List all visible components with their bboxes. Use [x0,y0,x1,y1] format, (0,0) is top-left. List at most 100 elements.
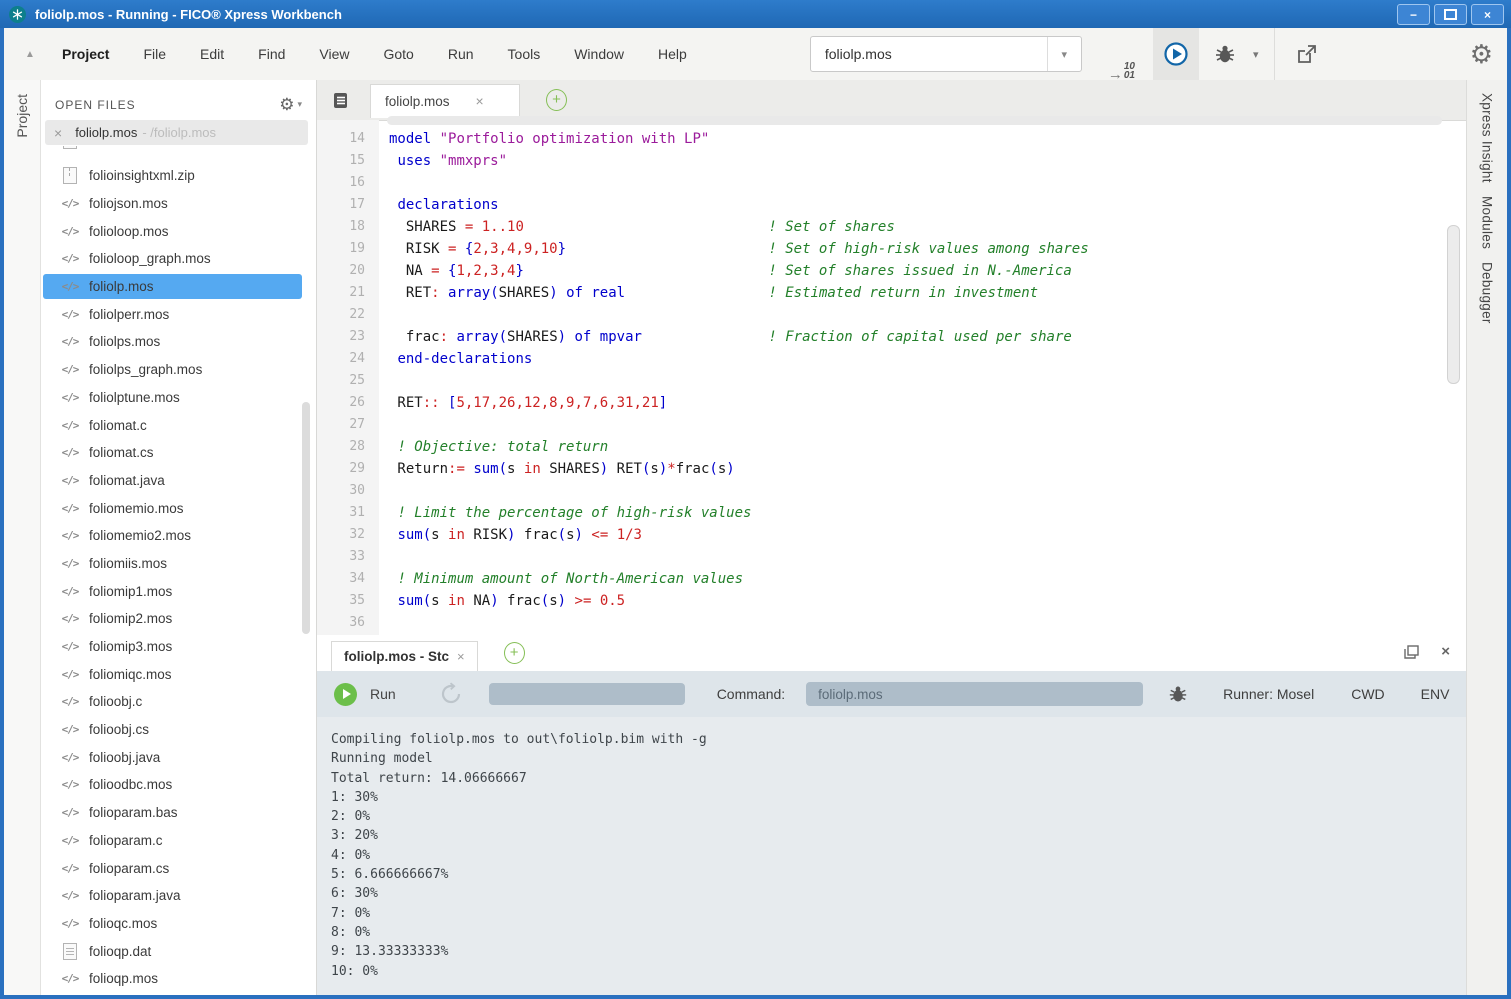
code-line[interactable]: 33 [317,546,1466,568]
tree-row[interactable]: </>foliomemio2.mos [41,522,316,550]
new-editor-tab-button[interactable]: + [546,89,567,111]
tree-row[interactable]: </>folioparam.c [41,827,316,855]
open-file-entry[interactable]: × foliolp.mos - /foliolp.mos [45,120,308,145]
tree-row[interactable]: </>foliomip3.mos [41,633,316,661]
menu-item-view[interactable]: View [302,46,366,62]
tree-row[interactable]: </>foliomiis.mos [41,550,316,578]
debug-run-icon[interactable] [1167,684,1189,704]
run-target-select[interactable]: foliolp.mos ▾ [810,36,1082,72]
right-rail-tab-modules[interactable]: Modules [1480,196,1495,249]
code-line[interactable]: 27 [317,414,1466,436]
tree-row[interactable]: folioqp.dat [41,937,316,965]
new-output-tab-button[interactable]: + [504,642,525,664]
menu-item-run[interactable]: Run [431,46,491,62]
editor-vertical-scrollbar[interactable] [1447,225,1460,384]
tree-row[interactable]: </>folioparam.java [41,882,316,910]
menu-item-tools[interactable]: Tools [491,46,558,62]
tree-row[interactable]: </>foliolptune.mos [41,384,316,412]
refresh-icon[interactable] [438,681,464,707]
tree-row[interactable]: </>foliojson.mos [41,190,316,218]
menu-item-window[interactable]: Window [557,46,641,62]
code-line[interactable]: 14model "Portfolio optimization with LP" [317,128,1466,150]
tree-row[interactable]: </>foliolperr.mos [41,300,316,328]
collapse-toolbar-icon[interactable]: ▲ [20,49,40,60]
right-rail-tab-debugger[interactable]: Debugger [1480,262,1495,324]
code-line[interactable]: 16 [317,172,1466,194]
code-line[interactable]: 26 RET:: [5,17,26,12,8,9,7,6,31,21] [317,392,1466,414]
tree-row[interactable]: </>foliomip2.mos [41,605,316,633]
code-line[interactable]: 36 [317,612,1466,634]
compile-button[interactable]: → 1001 [1108,28,1135,80]
code-line[interactable]: 31 ! Limit the percentage of high-risk v… [317,502,1466,524]
menu-item-file[interactable]: File [126,46,183,62]
code-line[interactable]: 25 [317,370,1466,392]
output-tab-close-icon[interactable]: × [457,649,465,664]
debug-button[interactable] [1213,28,1237,80]
menu-item-find[interactable]: Find [241,46,302,62]
menu-item-goto[interactable]: Goto [366,46,430,62]
tree-row[interactable]: </>folioobj.java [41,743,316,771]
command-input[interactable]: foliolp.mos [806,682,1143,706]
file-tree-scrollbar[interactable] [302,402,310,634]
tree-row[interactable]: </>foliomip1.mos [41,577,316,605]
tree-row[interactable]: folioinsightxml.zip [41,162,316,190]
tree-row[interactable]: </>folioqp.mos [41,965,316,993]
close-icon[interactable]: × [54,125,62,141]
tree-row[interactable]: </>folioobj.cs [41,716,316,744]
settings-button[interactable]: ⚙ [1470,28,1493,80]
run-button[interactable] [334,683,357,706]
project-rail-tab[interactable]: Project [14,94,30,138]
open-files-caret-icon[interactable]: ▾ [297,99,302,110]
tree-row[interactable]: </>folioloop.mos [41,217,316,245]
run-model-button[interactable] [1153,28,1199,80]
maximize-button[interactable] [1434,4,1467,25]
editor-tab-foliolp[interactable]: foliolp.mos × [370,84,520,118]
menu-item-help[interactable]: Help [641,46,704,62]
code-editor[interactable]: 14model "Portfolio optimization with LP"… [317,120,1466,635]
debug-dropdown-caret-icon[interactable]: ▾ [1253,48,1259,61]
tree-row[interactable]: </>folioparam.bas [41,799,316,827]
code-line[interactable]: 32 sum(s in RISK) frac(s) <= 1/3 [317,524,1466,546]
code-line[interactable]: 20 NA = {1,2,3,4} ! Set of shares issued… [317,260,1466,282]
tree-row[interactable]: </>folioobj.c [41,688,316,716]
output-tab-stdout[interactable]: foliolp.mos - Stc × [331,641,478,671]
tree-row[interactable]: </>folioodbc.mos [41,771,316,799]
tree-row[interactable]: </>foliolps.mos [41,328,316,356]
tree-row[interactable]: </>folioqc.mos [41,910,316,938]
tree-row[interactable]: </>foliomemio.mos [41,494,316,522]
cwd-button[interactable]: CWD [1351,686,1384,702]
code-line[interactable]: 35 sum(s in NA) frac(s) >= 0.5 [317,590,1466,612]
share-button[interactable] [1295,28,1319,80]
code-line[interactable]: 34 ! Minimum amount of North-American va… [317,568,1466,590]
open-files-gear-icon[interactable]: ⚙ [279,96,294,113]
chevron-down-icon[interactable]: ▾ [1047,37,1081,71]
tree-row[interactable]: </>foliomat.java [41,467,316,495]
code-line[interactable]: 18 SHARES = 1..10 ! Set of shares [317,216,1466,238]
close-button[interactable]: × [1471,4,1504,25]
code-line[interactable]: 28 ! Objective: total return [317,436,1466,458]
close-panel-icon[interactable]: × [1441,643,1450,660]
tree-row[interactable]: </>folioloop_graph.mos [41,245,316,273]
tree-row[interactable]: </>foliolp.mos [41,273,316,301]
runner-label[interactable]: Runner: Mosel [1223,686,1314,702]
code-line[interactable]: 23 frac: array(SHARES) of mpvar ! Fracti… [317,326,1466,348]
tree-row[interactable]: </>foliomat.c [41,411,316,439]
code-line[interactable]: 15 uses "mmxprs" [317,150,1466,172]
file-list-icon[interactable] [333,92,350,109]
tree-row[interactable]: </>foliomiqc.mos [41,660,316,688]
tree-row[interactable]: </>foliolps_graph.mos [41,356,316,384]
tree-row[interactable]: </>foliomat.cs [41,439,316,467]
menu-item-edit[interactable]: Edit [183,46,241,62]
code-line[interactable]: 24 end-declarations [317,348,1466,370]
env-button[interactable]: ENV [1421,686,1450,702]
code-line[interactable]: 17 declarations [317,194,1466,216]
minimize-button[interactable]: − [1397,4,1430,25]
code-line[interactable]: 21 RET: array(SHARES) of real ! Estimate… [317,282,1466,304]
code-line[interactable]: 19 RISK = {2,3,4,9,10} ! Set of high-ris… [317,238,1466,260]
right-rail-tab-xpress-insight[interactable]: Xpress Insight [1480,93,1495,183]
code-line[interactable]: 30 [317,480,1466,502]
tree-row[interactable]: </>folioparam.cs [41,854,316,882]
tree-row[interactable] [41,146,316,162]
restore-panel-icon[interactable] [1404,645,1419,659]
code-line[interactable]: 29 Return:= sum(s in SHARES) RET(s)*frac… [317,458,1466,480]
